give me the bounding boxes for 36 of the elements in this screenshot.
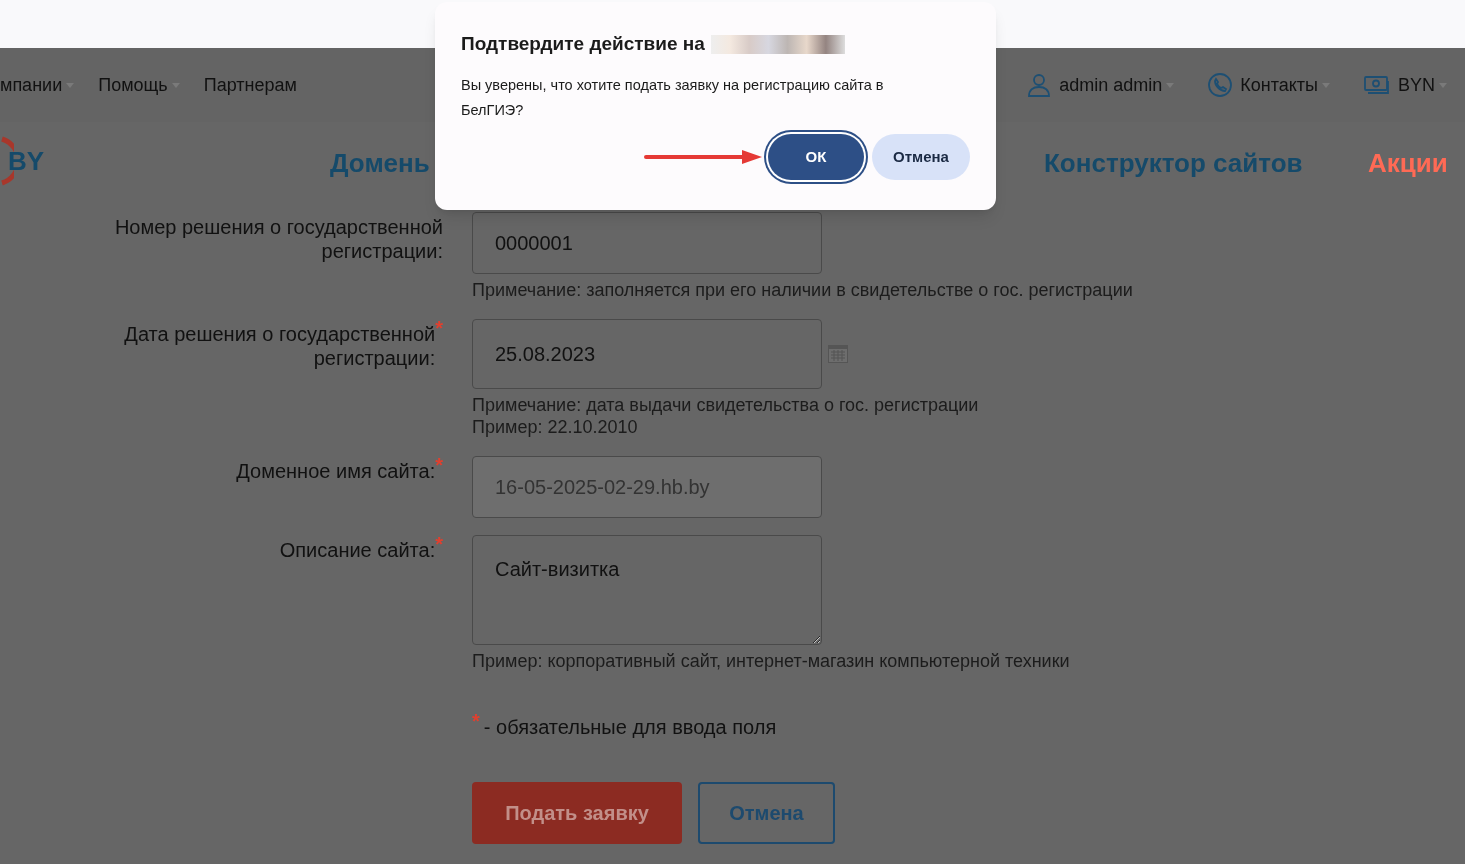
input-field[interactable]: 0000001 bbox=[472, 212, 822, 274]
field-label: Дата решения о государственной регистрации: bbox=[123, 323, 436, 370]
field-label: Доменное имя сайта: bbox=[236, 460, 436, 483]
field-note: Примечание: дата выдачи свидетельства о гос. регистрации bbox=[472, 394, 979, 416]
field-label: Описание сайта: bbox=[279, 539, 436, 562]
nav-link[interactable]: Помощь bbox=[98, 71, 180, 99]
user-icon bbox=[1027, 73, 1052, 97]
logo[interactable]: BY bbox=[0, 136, 45, 186]
field-note: Пример: корпоративный сайт, интернет-магазин компьютерной техники bbox=[472, 650, 1070, 672]
phone-icon bbox=[1208, 73, 1233, 97]
nav-link[interactable]: мпании bbox=[0, 71, 75, 99]
field-label: Номер решения о государственной регистрации: bbox=[113, 215, 443, 263]
required-asterisk: * bbox=[435, 320, 443, 336]
form-button[interactable]: Отмена bbox=[698, 782, 835, 844]
required-asterisk: * bbox=[472, 709, 480, 734]
menu-link[interactable]: Конструктор сайтов bbox=[1044, 144, 1303, 183]
menu-link[interactable]: Домень bbox=[330, 144, 430, 183]
nav-link[interactable]: Партнерам bbox=[203, 71, 297, 99]
text-area[interactable]: Сайт-визитка bbox=[472, 535, 822, 645]
nav-link[interactable]: admin admin bbox=[1027, 71, 1175, 99]
dialog-message: Вы уверены, что хотите подать заявку на регистрацию сайта в БелГИЭ? bbox=[461, 75, 885, 120]
required-note: - обязательные для ввода поля bbox=[483, 715, 777, 740]
money-icon bbox=[1364, 75, 1390, 95]
required-asterisk: * bbox=[435, 457, 443, 473]
nav-link[interactable]: BYN bbox=[1364, 71, 1447, 99]
field-note: Примечание: заполняется при его наличии в свидетельстве о гос. регистрации bbox=[472, 279, 1133, 301]
input-field: 16-05-2025-02-29.hb.by bbox=[472, 456, 822, 518]
dialog-title: Подтвердите действие на bbox=[461, 32, 705, 56]
nav-link[interactable]: Контакты bbox=[1208, 71, 1330, 99]
input-field[interactable]: 25.08.2023 bbox=[472, 319, 822, 389]
calendar-icon[interactable] bbox=[828, 345, 848, 363]
field-note: Пример: 22.10.2010 bbox=[472, 416, 639, 438]
form-button[interactable]: Подать заявку bbox=[472, 782, 682, 844]
required-asterisk: * bbox=[435, 536, 443, 552]
menu-link[interactable]: Акции bbox=[1368, 144, 1448, 183]
dialog-button[interactable]: Отмена bbox=[872, 134, 970, 180]
